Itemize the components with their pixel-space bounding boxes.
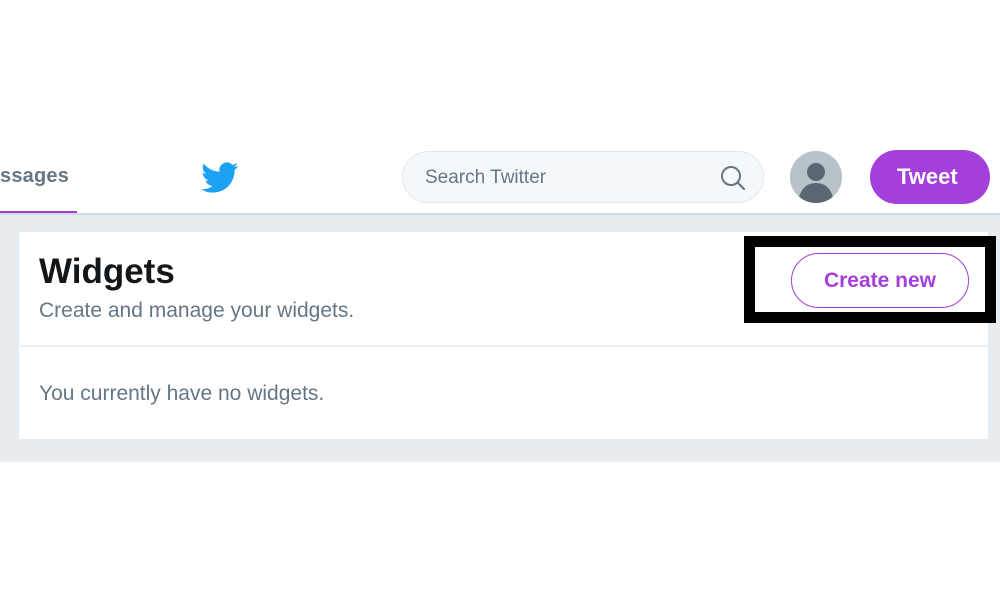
- search-input[interactable]: [423, 162, 707, 194]
- page-subtitle: Create and manage your widgets.: [39, 299, 355, 322]
- default-profile-icon: [790, 151, 842, 203]
- search-bar: [402, 151, 764, 203]
- page-title: Widgets: [39, 252, 175, 291]
- twitter-widgets-page: ssages Tweet Widgets Create and manage y…: [0, 0, 1000, 600]
- card-divider: [19, 345, 988, 347]
- tweet-button[interactable]: Tweet: [870, 150, 990, 204]
- tab-messages[interactable]: ssages: [0, 165, 69, 188]
- twitter-bird-icon[interactable]: [201, 162, 239, 194]
- create-new-button[interactable]: Create new: [791, 253, 969, 308]
- avatar[interactable]: [790, 151, 842, 203]
- search-icon[interactable]: [719, 164, 747, 192]
- empty-state-message: You currently have no widgets.: [39, 382, 325, 405]
